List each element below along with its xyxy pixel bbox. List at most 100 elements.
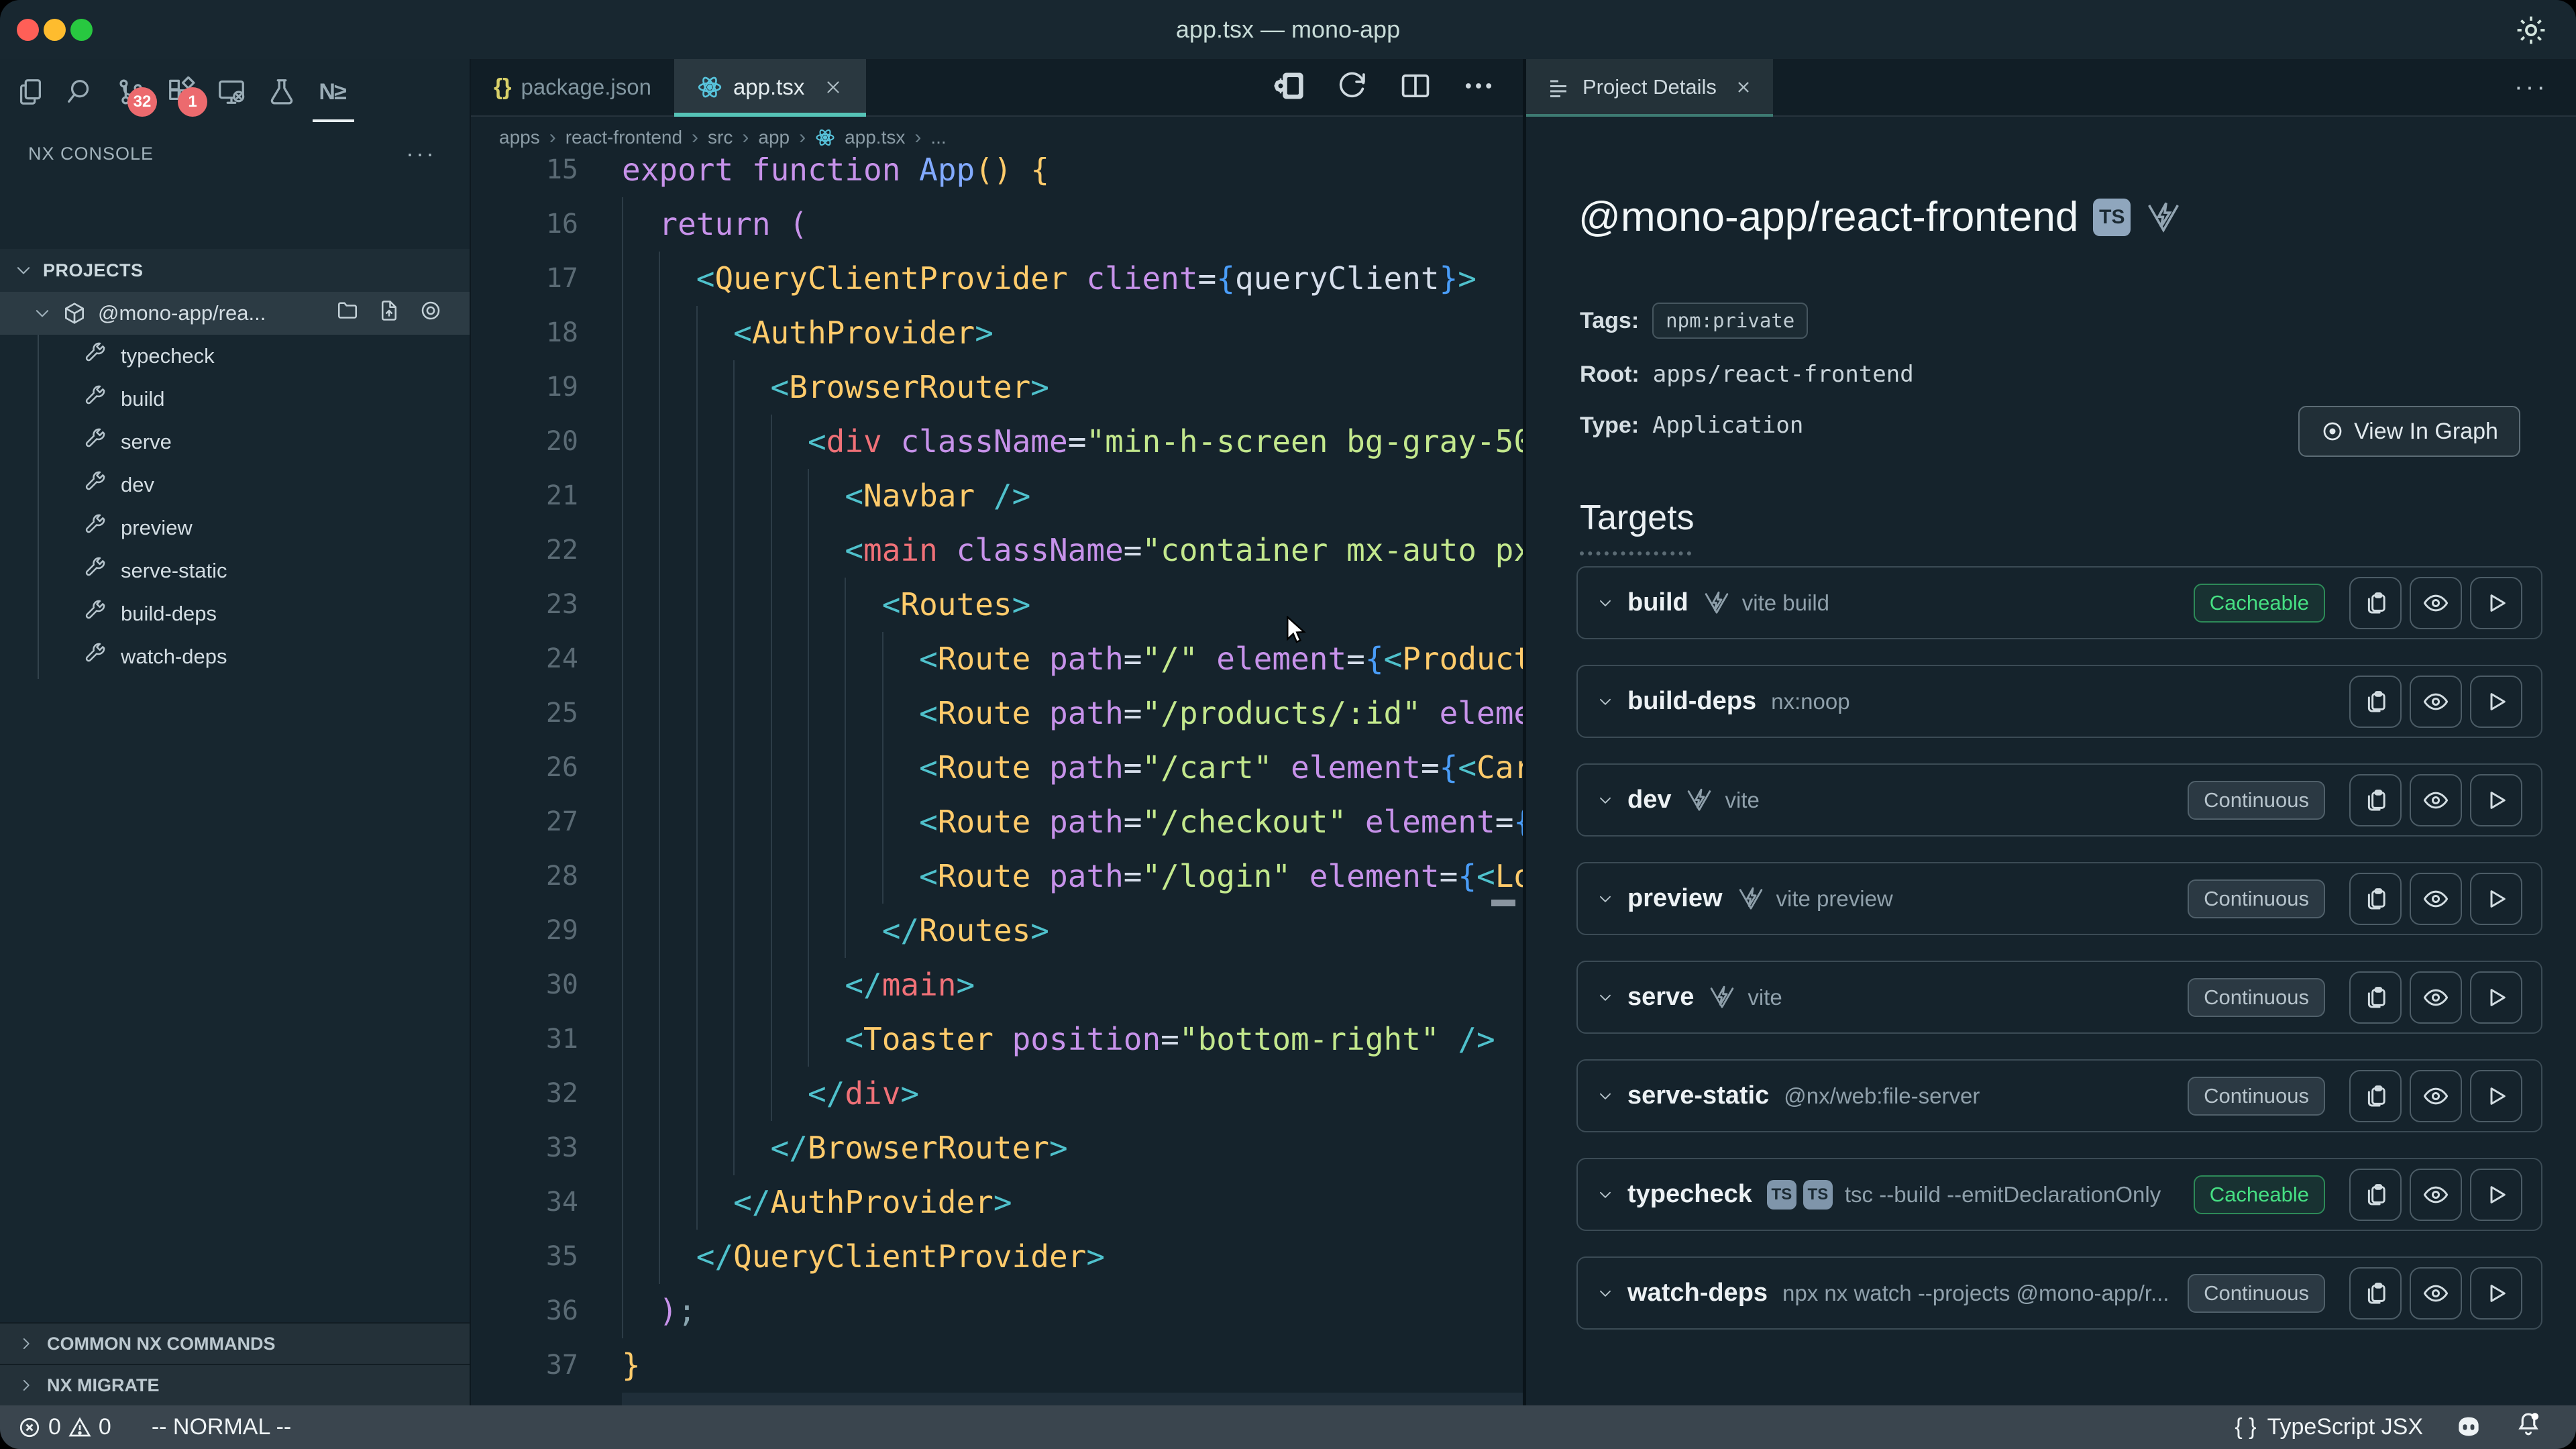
refresh-icon[interactable] xyxy=(1335,68,1370,107)
target-icon[interactable] xyxy=(419,299,443,328)
vim-mode-indicator[interactable]: -- NORMAL -- xyxy=(152,1414,291,1440)
eye-button[interactable] xyxy=(2410,1267,2462,1320)
code-line-31[interactable]: 31<Toaster position="bottom-right" /> xyxy=(471,1012,1523,1067)
code-line-29[interactable]: 29</Routes> xyxy=(471,904,1523,958)
copilot-icon[interactable] xyxy=(2454,1413,2483,1442)
target-card-build-deps[interactable]: build-depsnx:noop xyxy=(1576,665,2542,738)
code-line-22[interactable]: 22<main className="container mx-auto px-… xyxy=(471,523,1523,578)
panel-more-icon[interactable]: ··· xyxy=(2514,59,2576,115)
copy-button[interactable] xyxy=(2349,1169,2402,1221)
code-line-25[interactable]: 25<Route path="/products/:id" element={<… xyxy=(471,686,1523,741)
copy-button[interactable] xyxy=(2349,774,2402,826)
breadcrumb-item[interactable]: react-frontend xyxy=(566,127,682,148)
split-editor-icon[interactable] xyxy=(1398,68,1433,107)
remote-explorer-icon[interactable] xyxy=(216,76,247,107)
code-line-16[interactable]: 16return ( xyxy=(471,197,1523,252)
play-button[interactable] xyxy=(2470,774,2522,826)
eye-button[interactable] xyxy=(2410,774,2462,826)
play-button[interactable] xyxy=(2470,577,2522,629)
folder-icon[interactable] xyxy=(335,299,360,328)
files-icon[interactable] xyxy=(15,76,46,107)
code-line-17[interactable]: 17<QueryClientProvider client={queryClie… xyxy=(471,252,1523,306)
code-line-19[interactable]: 19<BrowserRouter> xyxy=(471,360,1523,415)
code-line-28[interactable]: 28<Route path="/login" element={<Login /… xyxy=(471,849,1523,904)
problems-indicator[interactable]: 0 0 xyxy=(17,1414,111,1440)
copy-button[interactable] xyxy=(2349,577,2402,629)
copy-button[interactable] xyxy=(2349,971,2402,1024)
tab-project-details[interactable]: Project Details xyxy=(1526,59,1773,115)
sidebar-section-nx-migrate[interactable]: NX MIGRATE xyxy=(0,1364,470,1405)
eye-button[interactable] xyxy=(2410,873,2462,925)
code-line-20[interactable]: 20<div className="min-h-screen bg-gray-5… xyxy=(471,415,1523,469)
source-control-icon[interactable]: 32 xyxy=(115,76,146,107)
code-line-30[interactable]: 30</main> xyxy=(471,958,1523,1012)
more-icon[interactable] xyxy=(1461,68,1496,107)
breadcrumb-item[interactable]: ... xyxy=(930,127,946,148)
play-button[interactable] xyxy=(2470,971,2522,1024)
code-line-26[interactable]: 26<Route path="/cart" element={<Cart />}… xyxy=(471,741,1523,795)
code-viewport[interactable]: 15export function App() {16return (17<Qu… xyxy=(471,157,1523,1405)
open-file-icon[interactable] xyxy=(377,299,401,328)
copy-button[interactable] xyxy=(2349,1267,2402,1320)
code-line-21[interactable]: 21<Navbar /> xyxy=(471,469,1523,523)
copy-button[interactable] xyxy=(2349,676,2402,728)
copy-button[interactable] xyxy=(2349,873,2402,925)
extensions-icon[interactable]: 1 xyxy=(166,76,197,107)
test-beaker-icon[interactable] xyxy=(266,76,297,107)
code-line-15[interactable]: 15export function App() { xyxy=(471,157,1523,197)
eye-button[interactable] xyxy=(2410,1070,2462,1122)
code-line-33[interactable]: 33</BrowserRouter> xyxy=(471,1121,1523,1175)
breadcrumb-item[interactable]: src xyxy=(708,127,733,148)
code-line-18[interactable]: 18<AuthProvider> xyxy=(471,306,1523,360)
code-line-27[interactable]: 27<Route path="/checkout" element={<Chec… xyxy=(471,795,1523,849)
gear-icon[interactable] xyxy=(2514,13,2548,47)
code-line-23[interactable]: 23<Routes> xyxy=(471,578,1523,632)
code-editor[interactable]: 15export function App() {16return (17<Qu… xyxy=(471,157,1523,1405)
play-button[interactable] xyxy=(2470,1070,2522,1122)
breadcrumb[interactable]: apps›react-frontend›src›app›app.tsx›... xyxy=(471,118,1523,157)
eye-button[interactable] xyxy=(2410,676,2462,728)
copy-button[interactable] xyxy=(2349,1070,2402,1122)
code-line-35[interactable]: 35</QueryClientProvider> xyxy=(471,1230,1523,1284)
tree-item-target-build[interactable]: build xyxy=(0,378,470,421)
breadcrumb-item[interactable]: app xyxy=(758,127,790,148)
target-card-dev[interactable]: devviteContinuous xyxy=(1576,763,2542,837)
code-line-38[interactable]: 38 xyxy=(471,1393,1523,1405)
tree-item-target-watch-deps[interactable]: watch-deps xyxy=(0,635,470,678)
notifications-bell[interactable] xyxy=(2514,1410,2542,1444)
tree-item-target-serve[interactable]: serve xyxy=(0,421,470,464)
search-icon[interactable] xyxy=(65,76,96,107)
target-card-preview[interactable]: previewvite previewContinuous xyxy=(1576,862,2542,935)
code-line-24[interactable]: 24<Route path="/" element={<ProductList … xyxy=(471,632,1523,686)
target-card-watch-deps[interactable]: watch-depsnpx nx watch --projects @mono-… xyxy=(1576,1256,2542,1330)
breadcrumb-item[interactable]: app.tsx xyxy=(845,127,905,148)
code-line-34[interactable]: 34</AuthProvider> xyxy=(471,1175,1523,1230)
play-button[interactable] xyxy=(2470,676,2522,728)
project-details-icon[interactable] xyxy=(1272,68,1307,107)
scrollbar-dash[interactable] xyxy=(1491,900,1515,906)
target-card-typecheck[interactable]: typecheckTSTStsc --build --emitDeclarati… xyxy=(1576,1158,2542,1231)
code-line-32[interactable]: 32</div> xyxy=(471,1067,1523,1121)
sidebar-more-icon[interactable]: ··· xyxy=(406,140,470,168)
target-card-build[interactable]: buildvite buildCacheable xyxy=(1576,566,2542,639)
play-button[interactable] xyxy=(2470,1267,2522,1320)
view-in-graph-button[interactable]: View In Graph xyxy=(2298,406,2520,457)
activity-item-nx-console[interactable]: N≥ xyxy=(317,76,347,107)
sidebar-section-projects[interactable]: PROJECTS xyxy=(0,249,470,292)
sidebar-section-common-nx-commands[interactable]: COMMON NX COMMANDS xyxy=(0,1322,470,1364)
tree-item-target-build-deps[interactable]: build-deps xyxy=(0,592,470,635)
tree-item-target-dev[interactable]: dev xyxy=(0,464,470,506)
target-card-serve[interactable]: serveviteContinuous xyxy=(1576,961,2542,1034)
tree-item-target-typecheck[interactable]: typecheck xyxy=(0,335,470,378)
play-button[interactable] xyxy=(2470,1169,2522,1221)
eye-button[interactable] xyxy=(2410,1169,2462,1221)
tree-item-target-serve-static[interactable]: serve-static xyxy=(0,549,470,592)
eye-button[interactable] xyxy=(2410,971,2462,1024)
eye-button[interactable] xyxy=(2410,577,2462,629)
close-icon[interactable] xyxy=(823,77,843,97)
code-line-36[interactable]: 36); xyxy=(471,1284,1523,1338)
target-card-serve-static[interactable]: serve-static@nx/web:file-serverContinuou… xyxy=(1576,1059,2542,1132)
play-button[interactable] xyxy=(2470,873,2522,925)
breadcrumb-item[interactable]: apps xyxy=(499,127,540,148)
tab-package-json[interactable]: {}package.json xyxy=(471,59,674,115)
